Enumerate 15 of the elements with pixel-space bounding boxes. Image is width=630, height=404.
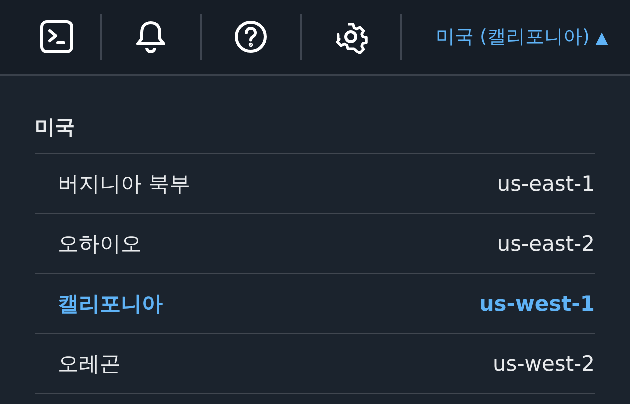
region-selector[interactable]: 미국 (캘리포니아) ▲ xyxy=(426,24,608,50)
region-code: us-west-2 xyxy=(492,352,595,376)
caret-icon: ▲ xyxy=(596,28,608,46)
region-option[interactable]: 캘리포니아 us-west-1 xyxy=(35,274,595,334)
region-code: us-west-1 xyxy=(479,292,595,316)
region-code: us-east-1 xyxy=(497,172,595,196)
region-option[interactable]: 버지니아 북부 us-east-1 xyxy=(35,154,595,214)
region-option[interactable]: 오레곤 us-west-2 xyxy=(35,334,595,394)
group-heading: 미국 xyxy=(35,114,595,154)
region-name: 캘리포니아 xyxy=(58,290,163,318)
region-name: 버지니아 북부 xyxy=(58,170,191,198)
region-name: 오레곤 xyxy=(58,350,121,378)
region-name: 오하이오 xyxy=(58,230,142,258)
region-option[interactable]: 오하이오 us-east-2 xyxy=(35,214,595,274)
region-code: us-east-2 xyxy=(497,232,595,256)
